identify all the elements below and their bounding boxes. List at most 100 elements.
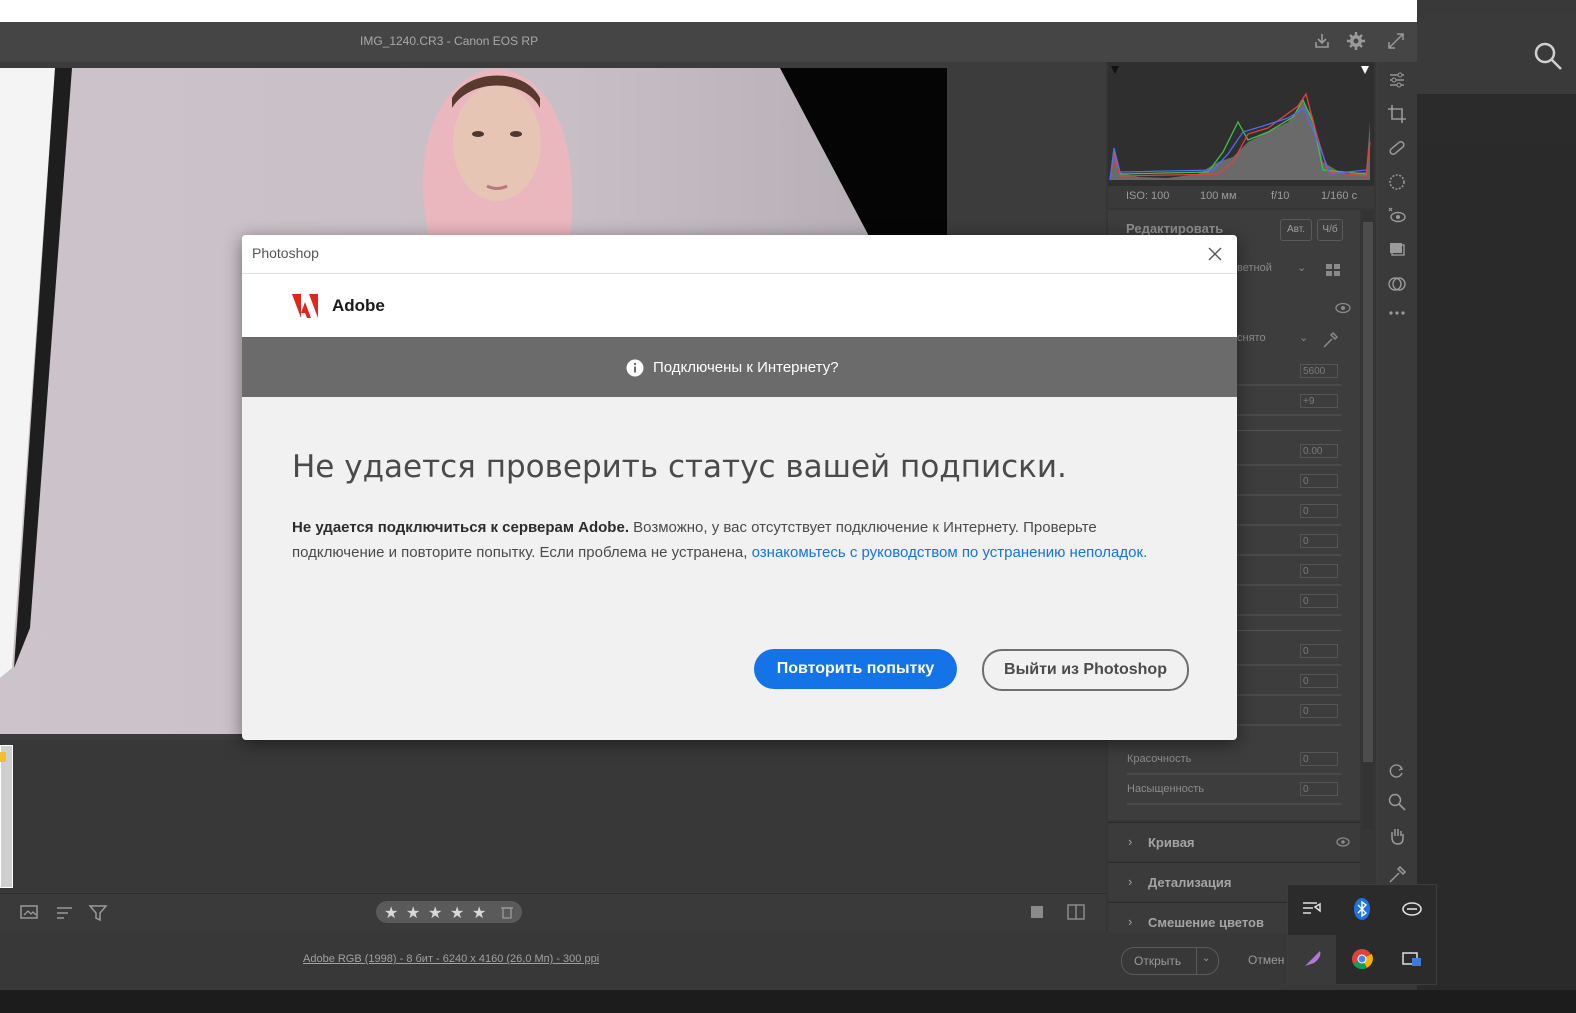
cancel-button[interactable]: Отмен	[1248, 953, 1284, 967]
filmstrip-thumbnail[interactable]	[0, 745, 13, 888]
red-eye-icon[interactable]	[1387, 206, 1407, 226]
contrast-slider[interactable]	[1237, 494, 1341, 496]
workflow-options-link[interactable]: Adobe RGB (1998) - 8 бит - 6240 x 4160 (…	[303, 953, 599, 965]
clarity-value[interactable]: 0	[1300, 674, 1338, 688]
contrast-value[interactable]: 0	[1300, 474, 1338, 488]
bluetooth-icon[interactable]	[1350, 897, 1374, 921]
white-balance-select[interactable]: снято ⌄	[1237, 332, 1309, 350]
whites-slider[interactable]	[1237, 584, 1341, 586]
exposure-value[interactable]: 0.00	[1300, 444, 1338, 458]
background-window-bar	[1417, 94, 1576, 144]
chrome-icon[interactable]	[1350, 947, 1374, 971]
troubleshooting-link[interactable]: ознакомьтесь с руководством по устранени…	[752, 544, 1143, 561]
body-end: .	[1143, 544, 1148, 561]
tint-slider[interactable]	[1237, 414, 1341, 416]
quit-photoshop-button[interactable]: Выйти из Photoshop	[982, 649, 1189, 691]
auto-button[interactable]: Авт.	[1280, 219, 1312, 241]
temperature-value[interactable]: 5600	[1300, 364, 1338, 378]
top-white-strip	[0, 0, 1417, 22]
texture-slider[interactable]	[1237, 664, 1341, 666]
open-button[interactable]: Открыть ⌄	[1121, 947, 1219, 975]
vibrance-slider[interactable]	[1127, 773, 1341, 775]
texture-value[interactable]: 0	[1300, 644, 1338, 658]
filmstrip-area	[0, 740, 1106, 892]
profile-select[interactable]: ветной ⌄	[1237, 262, 1307, 280]
exif-aperture: f/10	[1271, 190, 1290, 202]
divider	[1237, 630, 1341, 631]
shadows-value[interactable]: 0	[1300, 534, 1338, 548]
star-4[interactable]: ★	[450, 903, 464, 923]
section-curve[interactable]: › Кривая	[1108, 822, 1360, 861]
dialog-body: Не удается подключиться к серверам Adobe…	[292, 515, 1172, 565]
close-icon[interactable]	[1206, 245, 1224, 263]
blacks-slider[interactable]	[1237, 614, 1341, 616]
whites-value[interactable]: 0	[1300, 564, 1338, 578]
saturation-value[interactable]: 0	[1300, 782, 1338, 796]
divider	[1237, 430, 1341, 431]
taskbar-edge	[0, 990, 1576, 1013]
blacks-value[interactable]: 0	[1300, 594, 1338, 608]
healing-icon[interactable]	[1387, 138, 1407, 158]
hand-icon[interactable]	[1387, 826, 1407, 846]
bw-button[interactable]: Ч/б	[1317, 219, 1343, 241]
exif-shutter: 1/160 с	[1321, 190, 1358, 202]
star-2[interactable]: ★	[406, 903, 420, 923]
mask-icon[interactable]	[1387, 172, 1407, 192]
section-curve-label: Кривая	[1148, 835, 1195, 850]
gear-icon[interactable]	[1347, 32, 1365, 50]
profile-browser-icon[interactable]	[1325, 262, 1341, 278]
snapshots-icon[interactable]	[1387, 240, 1407, 260]
exposure-slider[interactable]	[1237, 464, 1341, 466]
banner-text: Подключены к Интернету?	[653, 359, 839, 376]
histogram-graph	[1109, 66, 1371, 181]
more-icon[interactable]	[1387, 303, 1407, 323]
bottom-toolbar	[0, 893, 1106, 932]
filmstrip-icon[interactable]	[20, 904, 42, 922]
dehaze-slider[interactable]	[1237, 724, 1341, 726]
highlights-slider[interactable]	[1237, 524, 1341, 526]
rotate-icon[interactable]	[1387, 761, 1407, 781]
star-5[interactable]: ★	[472, 903, 486, 923]
sampler-icon[interactable]	[1387, 865, 1407, 885]
fullscreen-icon[interactable]	[1387, 32, 1405, 50]
highlights-value[interactable]: 0	[1300, 504, 1338, 518]
search-icon[interactable]	[1532, 40, 1564, 72]
save-icon[interactable]	[1313, 32, 1331, 50]
trash-icon[interactable]	[500, 905, 514, 919]
vibrance-value[interactable]: 0	[1300, 752, 1338, 766]
star-3[interactable]: ★	[428, 903, 442, 923]
panel-scrollbar-thumb[interactable]	[1363, 222, 1373, 762]
rating-stars[interactable]: ★ ★ ★ ★ ★	[376, 901, 522, 923]
sort-icon[interactable]	[55, 904, 75, 922]
device-manager-icon[interactable]	[1400, 947, 1424, 971]
chevron-down-icon[interactable]: ⌄	[1202, 953, 1210, 964]
histogram	[1108, 62, 1374, 186]
cloud-sync-icon[interactable]	[1400, 897, 1424, 921]
dialog-title: Photoshop	[252, 245, 319, 261]
exif-bar: ISO: 100 100 мм f/10 1/160 с	[1108, 186, 1374, 208]
background-window-edge	[1417, 0, 1576, 14]
crop-icon[interactable]	[1387, 104, 1407, 124]
eye-icon[interactable]	[1336, 837, 1350, 847]
presets-icon[interactable]	[1387, 274, 1407, 294]
tint-value[interactable]: +9	[1300, 394, 1338, 408]
feather-icon[interactable]	[1300, 947, 1324, 971]
single-view-icon[interactable]	[1029, 904, 1045, 920]
filter-icon[interactable]	[88, 903, 108, 923]
eyedropper-icon[interactable]	[1322, 331, 1338, 349]
temperature-slider[interactable]	[1237, 384, 1341, 386]
eye-icon[interactable]	[1335, 302, 1351, 314]
adobe-wordmark: Adobe	[332, 296, 385, 315]
shadows-slider[interactable]	[1237, 554, 1341, 556]
star-1[interactable]: ★	[384, 903, 398, 923]
clarity-slider[interactable]	[1237, 694, 1341, 696]
dehaze-value[interactable]: 0	[1300, 704, 1338, 718]
sliders-icon[interactable]	[1387, 70, 1407, 90]
retry-button[interactable]: Повторить попытку	[754, 649, 957, 689]
zoom-icon[interactable]	[1387, 792, 1407, 812]
open-button-label: Открыть	[1134, 954, 1182, 968]
compare-view-icon[interactable]	[1066, 903, 1086, 921]
network-icon[interactable]	[1300, 897, 1324, 921]
chevron-down-icon: ⌄	[1299, 332, 1309, 344]
saturation-slider[interactable]	[1127, 803, 1341, 805]
